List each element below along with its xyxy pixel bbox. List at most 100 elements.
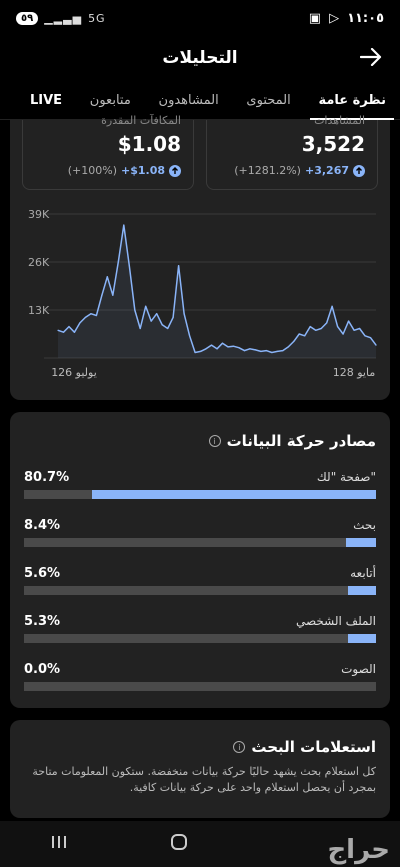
battery-indicator: ٥٩: [16, 11, 39, 25]
traffic-row[interactable]: صفحة "لك" 80.7%: [24, 470, 376, 510]
traffic-bar-track: [24, 634, 376, 643]
traffic-source-name: الملف الشخصي: [296, 614, 376, 628]
clock: ١١:٠٥: [347, 10, 384, 26]
traffic-row[interactable]: بحث 8.4%: [24, 518, 376, 558]
traffic-source-name: أتابعه: [350, 566, 376, 580]
chart-point: [194, 351, 196, 354]
back-arrow-icon[interactable]: [356, 42, 386, 72]
chart-point: [57, 329, 59, 331]
views-value: 3,522: [301, 132, 365, 156]
chart-point: [188, 335, 191, 337]
chart-point: [106, 276, 108, 278]
haraj-logo: حراج: [327, 835, 390, 865]
system-nav-bar: حراج: [0, 821, 400, 867]
chart-point: [172, 316, 174, 318]
chart-point: [117, 261, 119, 263]
chart-point: [347, 320, 350, 322]
tab-live[interactable]: LIVE: [30, 82, 62, 120]
chart-point: [216, 348, 218, 350]
chart-point: [271, 351, 273, 354]
chart-point: [260, 350, 262, 352]
y-tick-label: 39K: [28, 208, 50, 221]
chart-point: [199, 350, 202, 352]
network-label: 5G: [88, 11, 106, 25]
info-icon[interactable]: i: [208, 435, 221, 447]
chart-point: [145, 305, 147, 307]
traffic-row[interactable]: الصوت 0.0%: [24, 662, 376, 702]
chart-point: [369, 337, 372, 339]
chart-point: [90, 313, 92, 315]
search-header: استعلامات البحث i: [233, 738, 376, 756]
chart-point: [68, 326, 70, 328]
chart-point: [298, 333, 300, 335]
chart-point: [265, 350, 267, 352]
traffic-bar-track: [24, 586, 376, 595]
earnings-change: (+100%) +$1.08: [68, 164, 181, 177]
chart-point: [183, 313, 185, 315]
recent-apps-icon[interactable]: [50, 834, 68, 854]
chart-point: [205, 348, 207, 350]
traffic-source-percent: 80.7%: [24, 470, 70, 485]
chart-point: [232, 345, 235, 347]
earnings-change-percent: (+100%): [67, 164, 117, 177]
traffic-source-name: الصوت: [341, 662, 376, 676]
status-right: ▣ ▷ ١١:٠٥: [309, 11, 384, 26]
search-queries-card: استعلامات البحث i كل استعلام بحث يشهد حا…: [10, 720, 390, 818]
traffic-sources-card: مصادر حركة البيانات i صفحة "لك" 80.7% بحث 8…: [10, 412, 390, 708]
app-header: التحليلات: [0, 36, 400, 80]
home-icon[interactable]: [169, 832, 189, 856]
chart-point: [282, 350, 284, 352]
chart-point: [73, 331, 76, 333]
earnings-value: $1.08: [117, 132, 181, 156]
signal-icon: ▁▂▃▅: [44, 11, 83, 25]
chart-point: [326, 322, 328, 324]
tab-content[interactable]: المحتوى: [246, 82, 290, 120]
traffic-source-percent: 5.6%: [24, 566, 61, 581]
chart-point: [287, 346, 289, 348]
chart-point: [254, 349, 256, 351]
chart-point: [62, 331, 65, 333]
chart-point: [353, 329, 355, 331]
traffic-bar-track: [24, 538, 376, 547]
traffic-bar-track: [24, 490, 376, 499]
play-icon: ▷: [329, 10, 340, 26]
traffic-bar-fill: [348, 586, 376, 595]
chart-point: [139, 327, 141, 330]
traffic-source-percent: 0.0%: [24, 662, 61, 677]
chart-point: [276, 350, 278, 352]
x-tick-label: مايو 128: [333, 366, 376, 379]
chart-point: [364, 335, 366, 337]
status-bar: ٥٩ ▁▂▃▅ 5G ▣ ▷ ١١:٠٥: [0, 0, 400, 36]
chart-point: [227, 346, 229, 348]
chart-point: [156, 313, 158, 315]
y-tick-label: 26K: [28, 256, 50, 269]
traffic-source-name: صفحة "لك": [316, 470, 376, 484]
chart-point: [315, 329, 317, 331]
chart-point: [309, 326, 311, 328]
info-icon[interactable]: i: [233, 741, 246, 753]
traffic-source-percent: 8.4%: [24, 518, 61, 533]
search-description: كل استعلام بحث يشهد حاليًا حركة بيانات م…: [32, 765, 376, 794]
chart-point: [178, 265, 180, 267]
traffic-header: مصادر حركة البيانات i: [208, 432, 376, 450]
search-title: استعلامات البحث: [251, 738, 376, 756]
chart-point: [238, 347, 240, 349]
chart-point: [375, 344, 377, 346]
traffic-row[interactable]: الملف الشخصي 5.3%: [24, 614, 376, 654]
chart-area: [58, 225, 376, 358]
earnings-stat[interactable]: المكافآت المقدرة $1.08 (+100%) +$1.08: [22, 114, 194, 190]
chart-point: [123, 224, 125, 226]
chart-point: [128, 265, 130, 267]
chart-point: [95, 314, 97, 317]
views-line-chart[interactable]: 39K 26K 13K يوليو 126 مايو 128: [10, 206, 390, 391]
traffic-row[interactable]: أتابعه 5.6%: [24, 566, 376, 606]
y-tick-label: 13K: [28, 304, 50, 317]
views-stat[interactable]: المشاهدات 3,522 (+1281.2%) +3,267: [206, 114, 378, 190]
arrow-up-icon: [169, 164, 181, 177]
chart-point: [161, 324, 163, 326]
views-label: المشاهدات: [314, 114, 365, 127]
chart-point: [320, 327, 322, 330]
chart-point: [112, 294, 114, 296]
page-title: التحليلات: [162, 48, 238, 68]
views-change-delta: +3,267: [304, 164, 349, 177]
